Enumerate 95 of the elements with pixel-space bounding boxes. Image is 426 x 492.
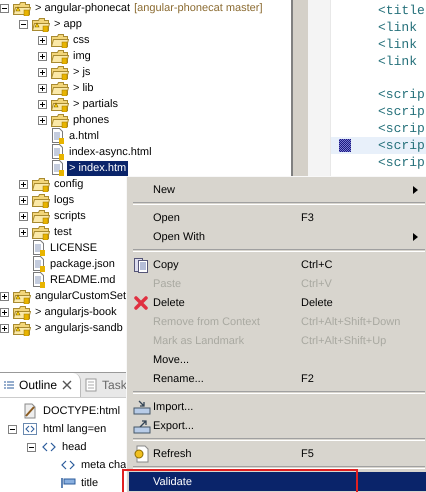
code-line: <link [378,54,418,69]
folder-icon [13,320,31,336]
folder-icon [32,176,50,192]
expand-icon[interactable] [38,68,49,76]
tree-item[interactable]: test [52,224,74,240]
expand-icon[interactable] [38,100,49,108]
menu-item[interactable]: Delete Delete [129,293,426,312]
copy-icon [133,256,149,272]
tree-item[interactable]: config [52,176,86,192]
tree-item[interactable]: phones [71,112,112,128]
tree-item[interactable]: > lib [71,80,96,96]
task-icon [85,378,98,392]
tree-item[interactable]: img [71,48,93,64]
file-icon [32,272,46,288]
expand-icon[interactable] [19,228,30,236]
collapse-icon[interactable] [8,424,19,434]
outline-icon [4,380,14,390]
tree-item[interactable]: title [79,476,100,490]
tree-item[interactable]: > angular-phonecat [33,0,132,16]
delete-icon [133,294,149,310]
expand-icon[interactable] [38,52,49,60]
tree-item[interactable]: README.md [48,272,118,288]
folder-icon [32,192,50,208]
tree-item[interactable]: head [60,440,88,454]
folder-icon [51,112,69,128]
folder-icon [32,16,50,32]
code-line: <scrip [378,121,425,136]
folder-icon [13,304,31,320]
import-icon [133,398,151,414]
collapse-icon[interactable] [0,4,11,12]
menu-item[interactable]: Move... [129,350,426,369]
tree-item[interactable]: angularCustomSet [33,288,128,304]
code-line: <link [378,36,418,52]
menu-item[interactable]: Export... [129,416,426,435]
folder-icon [13,288,31,304]
folder-icon [51,64,69,80]
collapse-icon[interactable] [27,442,38,452]
tree-item[interactable]: > index.htm [67,160,128,176]
tree-item[interactable]: > app [52,16,84,32]
code-line: <scrip [378,138,425,154]
tree-item[interactable]: LICENSE [48,240,100,256]
menu-item[interactable]: Import... [129,397,426,416]
view-tab[interactable]: Outline [0,373,82,397]
tree-item[interactable]: scripts [52,208,88,224]
tree-item[interactable]: index-async.html [67,144,154,160]
tree-item[interactable]: html lang=en [41,422,108,436]
folder-icon [32,208,50,224]
tree-item[interactable]: package.json [48,256,117,272]
refresh-icon [133,444,149,462]
code-line: <scrip [378,87,425,102]
code-line: <scrip [378,104,425,120]
folder-icon [51,96,69,112]
folder-icon [13,0,31,16]
tree-item[interactable]: > partials [71,96,120,112]
file-icon [51,128,65,144]
file-icon [51,144,65,160]
menu-item[interactable]: Copy Ctrl+C [129,255,426,274]
doctype-icon [22,403,38,419]
expand-icon[interactable] [0,324,11,332]
tree-item[interactable]: logs [52,192,76,208]
expand-icon[interactable] [38,84,49,92]
code-line: <scrip [378,155,425,170]
menu-item[interactable]: Open F3 [129,208,426,227]
expand-icon[interactable] [0,308,11,316]
folder-icon [51,48,69,64]
close-icon[interactable] [62,380,72,390]
branch-label: [angular-phonecat master] [134,2,263,14]
text-node-icon [60,475,76,491]
file-icon [51,160,65,176]
expand-icon[interactable] [19,212,30,220]
file-icon [32,256,46,272]
tree-item[interactable]: css [71,32,92,48]
tree-item[interactable]: > angularjs-book [33,304,119,320]
expand-icon[interactable] [0,292,11,300]
tree-item[interactable]: > angularjs-sandb [33,320,125,336]
export-icon [133,418,151,434]
folder-icon [51,32,69,48]
code-line: <title [378,3,425,18]
menu-item[interactable]: Open With [129,227,426,246]
collapse-icon[interactable] [19,20,30,28]
code-line: <link [378,20,418,35]
expand-icon[interactable] [38,36,49,44]
tree-item[interactable]: meta cha [79,458,128,472]
expand-icon[interactable] [38,116,49,124]
tree-item[interactable]: > js [71,64,92,80]
menu-item[interactable]: Refresh F5 [129,444,426,463]
folder-icon [51,80,69,96]
expand-icon[interactable] [19,196,30,204]
menu-item[interactable]: New [129,180,426,199]
expand-icon[interactable] [19,180,30,188]
element-icon [22,421,38,437]
tree-item[interactable]: a.html [67,128,101,144]
folder-icon [32,224,50,240]
tree-item[interactable]: DOCTYPE:html [41,404,122,418]
file-icon [32,240,46,256]
